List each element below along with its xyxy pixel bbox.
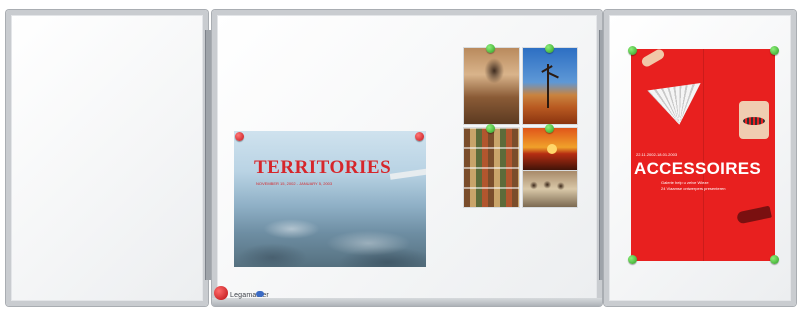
shoe-image — [736, 205, 772, 225]
collage-grid — [464, 128, 519, 207]
green-magnet — [486, 44, 495, 53]
fan-bag-image — [646, 73, 706, 128]
aerial-mountains-image — [234, 171, 426, 267]
green-magnet — [628, 46, 637, 55]
whiteboard-scene: Legamaster TERRITORIES NOVEMBER 15, 2002… — [0, 0, 800, 311]
green-magnet — [486, 124, 495, 133]
photo-card-sunset — [523, 128, 577, 171]
brand-logo-icon — [256, 291, 264, 297]
red-magnet — [415, 132, 424, 141]
poster-fold-line — [703, 49, 704, 261]
territories-title: TERRITORIES — [254, 157, 392, 178]
green-magnet — [545, 44, 554, 53]
accessoires-poster: 22.11.2002-18.01.2003 ACCESSOIRES Galeri… — [631, 49, 775, 261]
accessoires-date: 22.11.2002-18.01.2003 — [636, 152, 678, 157]
photo-card-collage — [464, 128, 519, 207]
pen-tray — [212, 298, 602, 306]
red-magnet — [235, 132, 244, 141]
accessoires-line: Galerie help u zelve Wieze — [661, 180, 709, 185]
hand-image — [640, 49, 666, 69]
accessoires-title: ACCESSOIRES — [634, 159, 762, 178]
green-magnet — [545, 124, 554, 133]
red-marker-cap — [214, 286, 228, 300]
photo-card-interior — [464, 48, 519, 124]
photo-card-desert-tree — [523, 48, 577, 124]
green-magnet — [628, 255, 637, 264]
territories-poster: TERRITORIES NOVEMBER 15, 2002 - JANUARY … — [234, 131, 426, 267]
green-magnet — [770, 255, 779, 264]
sun-icon — [547, 144, 557, 154]
necklace-image — [739, 101, 769, 139]
photo-card-group — [523, 171, 577, 207]
accessoires-line: 24 Vlaamse ontwerpers presenteren — [661, 186, 726, 191]
territories-subtitle: NOVEMBER 15, 2002 - JANUARY 5, 2003 — [256, 181, 333, 186]
left-wing-panel — [6, 10, 208, 306]
green-magnet — [770, 46, 779, 55]
